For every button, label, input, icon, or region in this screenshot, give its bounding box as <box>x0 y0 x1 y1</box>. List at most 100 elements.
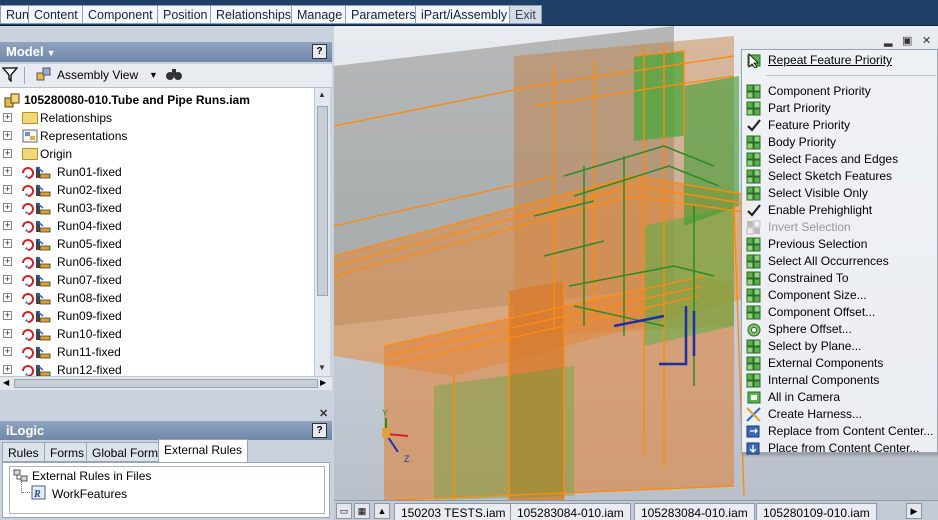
tree-node[interactable]: + Representations <box>0 127 316 145</box>
tab-external-rules[interactable]: External Rules <box>158 439 249 462</box>
close-icon[interactable]: ✕ <box>319 407 328 420</box>
menu-item-label: Previous Selection <box>768 237 868 251</box>
menu-item[interactable]: Select Visible Only <box>742 185 938 202</box>
tree-node[interactable]: + Run05-fixed <box>0 235 316 253</box>
tab-ipart-iassembly[interactable]: iPart/iAssembly <box>415 5 514 24</box>
rule-workfeatures[interactable]: WorkFeatures <box>52 487 127 501</box>
checkmark-icon <box>746 118 762 133</box>
view-dropdown-icon[interactable]: ▼ <box>149 70 158 80</box>
hscroll-thumb[interactable] <box>14 379 318 388</box>
menu-item[interactable]: Sphere Offset... <box>742 321 938 338</box>
expand-icon[interactable]: + <box>3 365 12 374</box>
tree-node[interactable]: + Run01-fixed <box>0 163 316 181</box>
tree-node[interactable]: + Run10-fixed <box>0 325 316 343</box>
arrange-windows-icon[interactable]: ▦ <box>354 503 370 519</box>
pipe-run-icon <box>20 183 51 197</box>
menu-item[interactable]: Replace from Content Center... <box>742 423 938 440</box>
menu-item[interactable]: Select Faces and Edges <box>742 151 938 168</box>
menu-item[interactable]: Select Sketch Features <box>742 168 938 185</box>
doc-tab-2[interactable]: 105283084-010.iam <box>510 503 631 520</box>
tree-node[interactable]: + Run02-fixed <box>0 181 316 199</box>
tab-position[interactable]: Position <box>157 5 214 24</box>
expand-icon[interactable]: + <box>3 239 12 248</box>
menu-item[interactable]: Component Size... <box>742 287 938 304</box>
tab-rules[interactable]: Rules <box>2 442 45 462</box>
assembly-view-label[interactable]: Assembly View <box>57 68 138 82</box>
menu-item[interactable]: Constrained To <box>742 270 938 287</box>
tree-node[interactable]: + Run12-fixed <box>0 361 316 376</box>
tree-node[interactable]: + Run08-fixed <box>0 289 316 307</box>
tree-node[interactable]: + Run09-fixed <box>0 307 316 325</box>
expand-icon[interactable]: + <box>3 185 12 194</box>
expand-icon[interactable]: + <box>3 131 12 140</box>
tab-forms[interactable]: Forms <box>44 442 90 462</box>
external-rules-in-files[interactable]: External Rules in Files <box>32 469 151 483</box>
expand-icon[interactable]: + <box>3 347 12 356</box>
expand-icon[interactable]: + <box>3 311 12 320</box>
tree-node[interactable]: + Run04-fixed <box>0 217 316 235</box>
restore-icon[interactable]: ▣ <box>902 34 912 47</box>
tab-component[interactable]: Component <box>82 5 159 24</box>
expand-icon[interactable]: + <box>3 113 12 122</box>
menu-item[interactable]: All in Camera <box>742 389 938 406</box>
tile-windows-icon[interactable]: ▭ <box>336 503 352 519</box>
menu-item[interactable]: Feature Priority <box>742 117 938 134</box>
menu-item[interactable]: External Components <box>742 355 938 372</box>
tab-parameters[interactable]: Parameters <box>345 5 422 24</box>
filter-icon[interactable] <box>1 66 19 85</box>
tree-node-label: Run01-fixed <box>57 165 122 179</box>
tree-node[interactable]: + Run11-fixed <box>0 343 316 361</box>
scroll-thumb[interactable] <box>317 106 328 296</box>
doc-tab-4[interactable]: 105280109-010.iam <box>756 503 877 520</box>
tree-root-assembly[interactable]: 105280080-010.Tube and Pipe Runs.iam <box>0 91 316 109</box>
help-icon[interactable]: ? <box>312 44 327 59</box>
expand-icon[interactable]: + <box>3 329 12 338</box>
menu-item[interactable]: Select All Occurrences <box>742 253 938 270</box>
expand-icon[interactable]: + <box>3 221 12 230</box>
menu-item[interactable]: Internal Components <box>742 372 938 389</box>
menu-item[interactable]: Body Priority <box>742 134 938 151</box>
expand-icon[interactable]: + <box>3 257 12 266</box>
tab-content[interactable]: Content <box>28 5 84 24</box>
doc-tab-1[interactable]: 150203 TESTS.iam <box>394 503 513 520</box>
tree-horizontal-scrollbar[interactable]: ◀ ▶ <box>0 376 332 390</box>
minimize-icon[interactable]: ▂ <box>884 34 892 47</box>
tree-node[interactable]: + Relationships <box>0 109 316 127</box>
tab-manage[interactable]: Manage <box>291 5 349 24</box>
doc-tab-3[interactable]: 105283084-010.iam <box>634 503 755 520</box>
expand-icon[interactable]: + <box>3 293 12 302</box>
scroll-down-icon[interactable]: ▼ <box>318 363 326 372</box>
menu-item[interactable]: Part Priority <box>742 100 938 117</box>
menu-item[interactable]: Enable Prehighlight <box>742 202 938 219</box>
tab-exit[interactable]: Exit <box>509 5 542 24</box>
expand-icon[interactable]: + <box>3 167 12 176</box>
tree-node[interactable]: + Origin <box>0 145 316 163</box>
menu-item[interactable]: Previous Selection <box>742 236 938 253</box>
scroll-up-icon[interactable]: ▲ <box>318 90 326 99</box>
find-binoculars-icon[interactable] <box>165 67 183 84</box>
menu-item[interactable]: Component Offset... <box>742 304 938 321</box>
menu-item[interactable]: Place from Content Center... <box>742 440 938 457</box>
menu-item[interactable]: Select by Plane... <box>742 338 938 355</box>
ilogic-pane-header[interactable]: iLogic ? <box>0 421 332 440</box>
chevron-down-icon[interactable]: ▼ <box>47 48 56 58</box>
tree-node[interactable]: + Run03-fixed <box>0 199 316 217</box>
scroll-left-icon[interactable]: ◀ <box>3 378 9 387</box>
scroll-right-icon[interactable]: ▶ <box>320 378 326 387</box>
menu-item-label: All in Camera <box>768 390 841 404</box>
expand-icon[interactable]: + <box>3 149 12 158</box>
menu-item[interactable]: Component Priority <box>742 83 938 100</box>
tab-list-icon[interactable]: ▲ <box>374 503 390 519</box>
model-pane-header[interactable]: Model ▼ ? <box>0 42 332 62</box>
ilogic-help-icon[interactable]: ? <box>312 423 327 438</box>
close-window-icon[interactable]: ✕ <box>922 34 931 47</box>
tab-scroll-right-icon[interactable]: ▶ <box>906 503 922 519</box>
tree-node[interactable]: + Run06-fixed <box>0 253 316 271</box>
expand-icon[interactable]: + <box>3 203 12 212</box>
expand-icon[interactable]: + <box>3 275 12 284</box>
menu-item[interactable]: Create Harness... <box>742 406 938 423</box>
menu-item[interactable]: Repeat Feature Priority <box>742 52 938 69</box>
tab-relationships[interactable]: Relationships <box>210 5 298 24</box>
tree-node[interactable]: + Run07-fixed <box>0 271 316 289</box>
tree-vertical-scrollbar[interactable]: ▲ ▼ <box>314 88 330 376</box>
